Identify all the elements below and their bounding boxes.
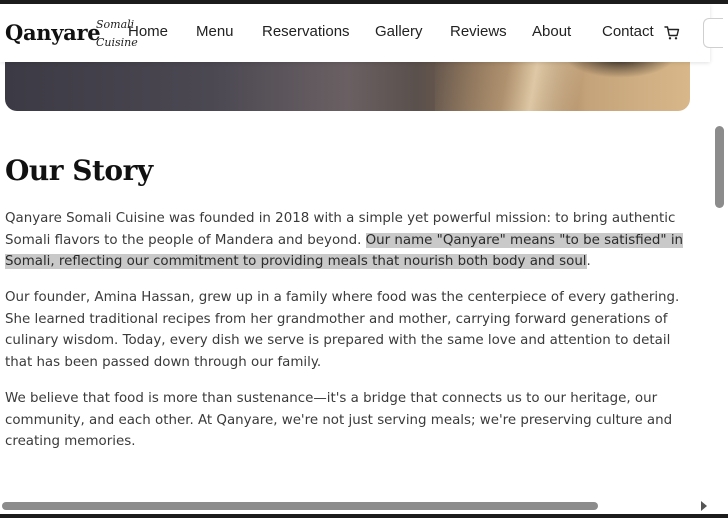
story-paragraph-2: Our founder, Amina Hassan, grew up in a … (5, 290, 680, 371)
nav-overflow-button[interactable] (703, 18, 723, 48)
scroll-right-arrow-icon[interactable] (701, 501, 707, 511)
logo-tagline-line2: Cuisine (96, 36, 138, 49)
nav-about[interactable]: About (532, 23, 571, 40)
nav-reviews[interactable]: Reviews (450, 23, 507, 40)
paragraph-1-end: . (586, 254, 591, 270)
section-title: Our Story (5, 154, 153, 187)
story-paragraph-3: We believe that food is more than susten… (5, 391, 673, 450)
story-paragraph-1: Qanyare Somali Cuisine was founded in 20… (5, 208, 691, 273)
logo-tagline-line1: Somali (96, 18, 135, 31)
cart-icon[interactable] (664, 25, 680, 41)
nav-gallery[interactable]: Gallery (375, 23, 423, 40)
logo-name[interactable]: Qanyare (5, 20, 101, 45)
logo-tagline: Somali Cuisine (96, 16, 138, 52)
nav-menu[interactable]: Menu (196, 23, 234, 40)
browser-viewport: Qanyare Somali Cuisine Home Menu Reserva… (0, 4, 728, 514)
horizontal-scrollbar-thumb[interactable] (2, 502, 598, 510)
vertical-scrollbar-thumb[interactable] (715, 126, 724, 208)
nav-contact[interactable]: Contact (602, 23, 654, 40)
nav-reservations[interactable]: Reservations (262, 23, 350, 40)
nav-home[interactable]: Home (128, 23, 168, 40)
navbar: Qanyare Somali Cuisine Home Menu Reserva… (0, 4, 723, 62)
